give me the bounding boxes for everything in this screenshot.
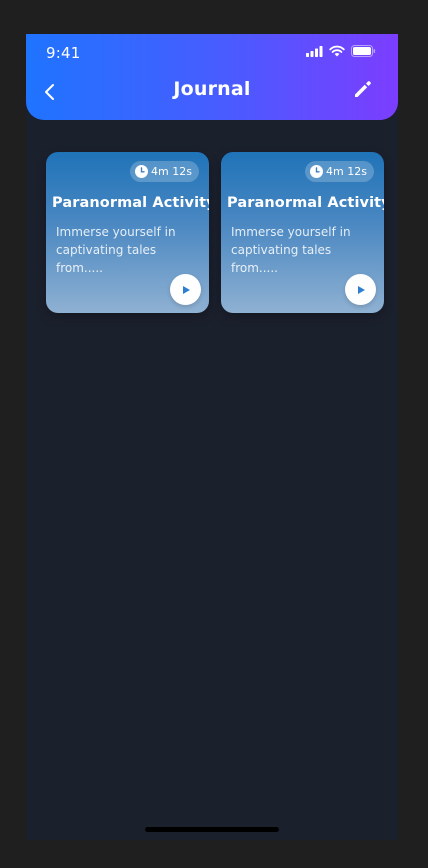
clock-icon (310, 165, 324, 178)
journal-card[interactable]: 4m 12s Paranormal Activity Immerse yours… (46, 152, 209, 313)
header: 9:41 Journal (26, 34, 398, 120)
duration-badge: 4m 12s (305, 161, 374, 182)
clock-icon (135, 165, 149, 178)
page-title: Journal (173, 78, 251, 100)
wifi-icon (329, 45, 345, 57)
card-title: Paranormal Activity (227, 195, 384, 211)
duration-badge: 4m 12s (130, 161, 199, 182)
nav-bar: Journal (26, 74, 398, 108)
play-button[interactable] (170, 274, 201, 305)
status-bar: 9:41 (26, 34, 398, 68)
status-icons (306, 45, 376, 57)
status-time: 9:41 (46, 44, 81, 62)
cellular-signal-icon (306, 45, 323, 57)
duration-text: 4m 12s (151, 165, 192, 178)
duration-text: 4m 12s (326, 165, 367, 178)
edit-button[interactable] (350, 76, 376, 102)
home-indicator[interactable] (145, 827, 279, 832)
battery-icon (351, 45, 376, 57)
play-button[interactable] (345, 274, 376, 305)
card-title: Paranormal Activity (52, 195, 209, 211)
journal-card-grid: 4m 12s Paranormal Activity Immerse yours… (46, 152, 386, 313)
play-icon (182, 285, 190, 294)
journal-card[interactable]: 4m 12s Paranormal Activity Immerse yours… (221, 152, 384, 313)
card-description: Immerse yourself in captivating tales fr… (231, 225, 351, 275)
pencil-icon (355, 81, 371, 97)
card-description: Immerse yourself in captivating tales fr… (56, 225, 176, 275)
play-icon (357, 285, 365, 294)
phone-screen: 9:41 Journal 4m 12s Paranormal Activity … (26, 34, 398, 840)
